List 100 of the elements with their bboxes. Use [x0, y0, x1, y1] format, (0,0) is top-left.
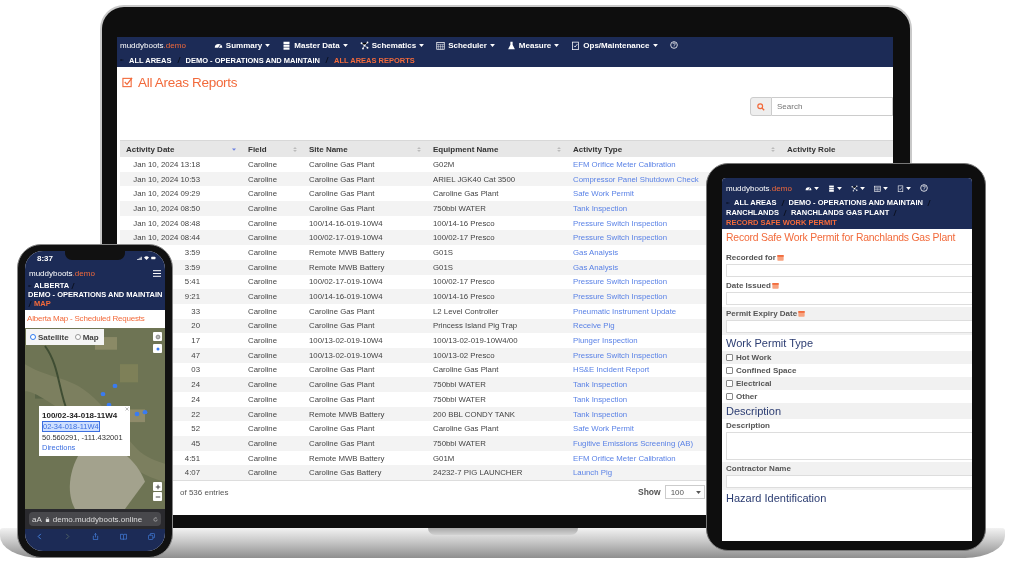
slash-icon: [926, 199, 931, 206]
caret-icon: [905, 186, 911, 190]
forward-icon[interactable]: [63, 533, 71, 540]
slash-icon: [324, 57, 329, 63]
slash-icon: [176, 57, 181, 63]
page-title: All Areas Reports: [138, 74, 238, 90]
date-input-field[interactable]: [726, 264, 972, 277]
minus-icon: [154, 493, 161, 500]
status-time: 8:37: [37, 253, 53, 263]
show-label: Show: [637, 487, 661, 498]
marker-button[interactable]: [153, 344, 162, 353]
checkbox-label[interactable]: Other: [736, 392, 758, 401]
search-button[interactable]: [750, 97, 772, 116]
tabs-icon[interactable]: [147, 533, 155, 540]
column-header[interactable]: Field: [242, 140, 303, 157]
phone-notch: [65, 251, 125, 260]
sort-descending-icon[interactable]: [232, 146, 236, 152]
page-title: Record Safe Work Permit for Ranchlands Gas Plant: [726, 232, 957, 243]
page-title: Alberta Map - Scheduled Requests: [26, 313, 146, 325]
reload-icon[interactable]: [153, 516, 158, 522]
input-field[interactable]: [726, 475, 972, 488]
caret-icon: [265, 43, 271, 47]
menu-icon[interactable]: [153, 269, 161, 277]
network-icon: [359, 40, 369, 50]
column-header[interactable]: Activity Type: [567, 140, 781, 157]
text-area[interactable]: [726, 432, 972, 460]
checkbox[interactable]: [726, 380, 733, 387]
checkbox[interactable]: [726, 354, 733, 361]
column-header[interactable]: Site Name: [303, 140, 427, 157]
crosshair-icon: [154, 333, 161, 340]
column-header[interactable]: Equipment Name: [427, 140, 567, 157]
zoom-out-button[interactable]: [153, 492, 162, 501]
field-label: Description: [726, 421, 770, 430]
field-label: Contractor Name: [726, 464, 791, 473]
signal-icon: [137, 256, 142, 260]
section-heading: Description: [726, 405, 783, 417]
locate-button[interactable]: [153, 332, 162, 341]
radio-button[interactable]: [30, 334, 36, 340]
text-size-button[interactable]: aA: [32, 514, 42, 524]
calendar-icon: [798, 310, 806, 317]
column-header[interactable]: Activity Date: [120, 140, 242, 157]
nav-menu-button[interactable]: [827, 184, 842, 192]
clipboard-check-icon: [571, 40, 581, 50]
nav-menu-button[interactable]: Ops/Maintenance: [571, 40, 658, 50]
brand-logo[interactable]: muddyboots.demo: [120, 40, 186, 50]
field-label: Permit Expiry Date: [726, 309, 798, 318]
popup-title: 100/02-34-018-11W4: [42, 411, 119, 420]
url-text: demo.muddyboots.online: [52, 514, 143, 524]
checkbox[interactable]: [726, 367, 733, 374]
entries-count: of 536 entries: [180, 487, 229, 497]
slash-icon: [893, 209, 898, 216]
caret-icon: [813, 186, 819, 190]
share-icon[interactable]: [91, 533, 99, 540]
nav-menu-button[interactable]: Scheduler: [436, 40, 495, 50]
date-input-field[interactable]: [726, 320, 972, 333]
checkbox-label[interactable]: Confined Space: [736, 366, 797, 375]
calendar-icon: [771, 282, 779, 289]
back-icon[interactable]: [35, 533, 43, 540]
caret-icon: [652, 43, 658, 47]
column-header[interactable]: Activity Role: [781, 140, 893, 157]
radio-button[interactable]: [74, 334, 81, 340]
book-icon[interactable]: [119, 533, 127, 540]
nav-menu-button[interactable]: Measure: [506, 40, 560, 50]
slash-icon: [28, 300, 32, 307]
field-label: Date Issued: [726, 281, 771, 290]
caret-icon: [836, 186, 842, 190]
calendar-icon: [436, 40, 446, 50]
checkbox-label[interactable]: Electrical: [736, 379, 772, 388]
page-size-select[interactable]: 100: [664, 485, 705, 500]
wifi-icon: [144, 256, 149, 260]
radio-label[interactable]: Satellite: [38, 332, 69, 342]
caret-icon: [554, 43, 560, 47]
caret-icon: [419, 43, 425, 47]
zoom-in-button[interactable]: [153, 482, 162, 491]
radio-label[interactable]: Map: [82, 332, 99, 342]
clipboard-check-icon: [896, 184, 904, 192]
search-field[interactable]: Search: [772, 97, 893, 116]
nav-menu-button[interactable]: [873, 184, 888, 192]
checkbox-label[interactable]: Hot Work: [736, 353, 772, 362]
nav-menu-button[interactable]: [896, 184, 911, 192]
nav-menu-button[interactable]: Master Data: [282, 40, 348, 50]
brand-logo[interactable]: muddyboots.demo: [726, 183, 792, 193]
calendar-icon: [776, 254, 784, 261]
caret-icon: [859, 186, 865, 190]
slash-icon: [71, 282, 76, 289]
nav-menu-button[interactable]: Schematics: [359, 40, 425, 50]
section-heading: Work Permit Type: [726, 337, 814, 349]
checkbox[interactable]: [726, 393, 733, 400]
nav-menu-button[interactable]: [804, 184, 819, 192]
address-bar[interactable]: aA demo.muddyboots.online: [29, 512, 161, 526]
nav-menu-button[interactable]: [850, 184, 865, 192]
help-icon[interactable]: [919, 184, 928, 192]
date-input-field[interactable]: [726, 292, 972, 305]
dot-icon: [154, 345, 161, 352]
close-icon[interactable]: [124, 407, 129, 411]
section-heading: Hazard Identification: [726, 492, 828, 504]
caret-icon: [696, 490, 701, 494]
nav-menu-button[interactable]: Summary: [213, 40, 271, 50]
help-icon[interactable]: [669, 41, 678, 49]
search-icon: [757, 102, 765, 111]
